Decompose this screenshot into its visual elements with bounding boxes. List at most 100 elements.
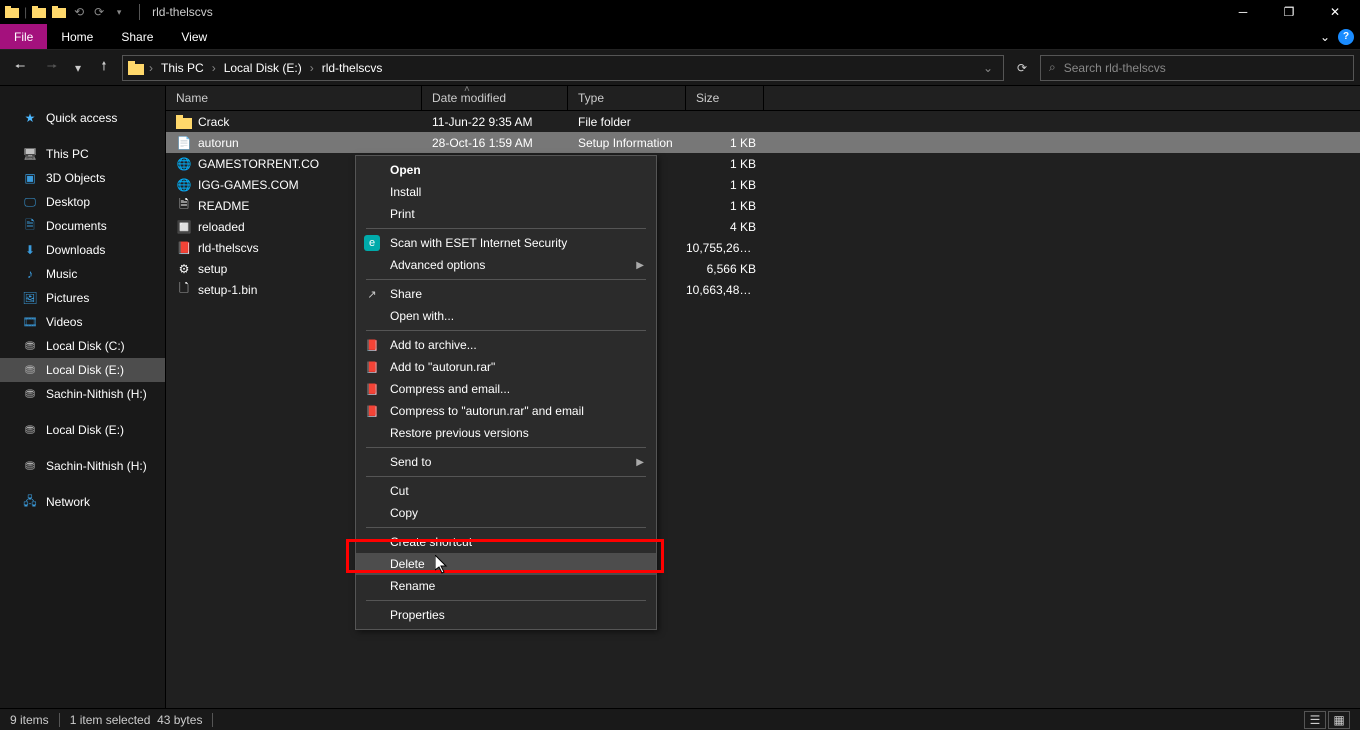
tab-file[interactable]: File (0, 24, 47, 49)
breadcrumb-disk[interactable]: Local Disk (E:) (220, 61, 306, 75)
tab-share[interactable]: Share (107, 24, 167, 49)
chevron-right-icon[interactable]: › (147, 61, 155, 75)
table-row[interactable]: 🌐IGG-GAMES.COM ut1 KB (166, 174, 1360, 195)
sidebar-local-disk-c[interactable]: ⛃Local Disk (C:) (0, 334, 165, 358)
ctx-open[interactable]: Open (356, 159, 656, 181)
sidebar-sachin-nithish-2[interactable]: ⛃Sachin-Nithish (H:) (0, 454, 165, 478)
sidebar-local-disk-e-2[interactable]: ⛃Local Disk (E:) (0, 418, 165, 442)
drive-icon: ⛃ (22, 458, 38, 474)
drive-icon: ⛃ (22, 338, 38, 354)
column-date[interactable]: Date modified (422, 86, 568, 110)
pictures-icon: 🖼 (22, 290, 38, 306)
search-icon: ⌕ (1049, 60, 1056, 75)
ctx-install[interactable]: Install (356, 181, 656, 203)
ctx-restore-versions[interactable]: Restore previous versions (356, 422, 656, 444)
table-row[interactable]: ⚙setup 6,566 KB (166, 258, 1360, 279)
search-placeholder: Search rld-thelscvs (1064, 61, 1166, 75)
ctx-compress-autorun-email[interactable]: 📕Compress to "autorun.rar" and email (356, 400, 656, 422)
folder-icon (176, 114, 192, 130)
drive-icon: ⛃ (22, 362, 38, 378)
breadcrumb-folder[interactable]: rld-thelscvs (318, 61, 387, 75)
forward-button[interactable]: 🠖 (38, 54, 66, 82)
status-selected: 1 item selected (70, 713, 151, 727)
ctx-print[interactable]: Print (356, 203, 656, 225)
undo-icon[interactable]: ⟲ (71, 4, 87, 20)
ctx-advanced-options[interactable]: Advanced options▶ (356, 254, 656, 276)
title-bar: | ⟲ ⟳ ▾ rld-thelscvs ─ ❐ ✕ (0, 0, 1360, 24)
address-bar[interactable]: › This PC › Local Disk (E:) › rld-thelsc… (122, 55, 1004, 81)
app-icon: 🔲 (176, 219, 192, 235)
column-size[interactable]: Size (686, 86, 764, 110)
document-icon: 🗎 (22, 218, 38, 234)
ctx-rename[interactable]: Rename (356, 575, 656, 597)
recent-chevron-icon[interactable]: ▾ (70, 54, 86, 82)
drive-icon: ⛃ (22, 386, 38, 402)
breadcrumb-thispc[interactable]: This PC (157, 61, 208, 75)
sidebar-sachin-nithish[interactable]: ⛃Sachin-Nithish (H:) (0, 382, 165, 406)
cube-icon: ▣ (22, 170, 38, 186)
network-icon: 🖧 (22, 494, 38, 510)
ctx-create-shortcut[interactable]: Create shortcut (356, 531, 656, 553)
ctx-cut[interactable]: Cut (356, 480, 656, 502)
back-button[interactable]: 🠔 (6, 54, 34, 82)
table-row[interactable]: 🗋setup-1.bin 10,663,487 ... (166, 279, 1360, 300)
ctx-share[interactable]: ↗Share (356, 283, 656, 305)
table-row[interactable]: 🔲reloaded atio...4 KB (166, 216, 1360, 237)
maximize-button[interactable]: ❐ (1266, 0, 1312, 24)
table-row[interactable]: 📕rld-thelscvs e10,755,264 ... (166, 237, 1360, 258)
ctx-open-with[interactable]: Open with... (356, 305, 656, 327)
ctx-copy[interactable]: Copy (356, 502, 656, 524)
sidebar-videos[interactable]: 🎞Videos (0, 310, 165, 334)
sidebar-network[interactable]: 🖧Network (0, 490, 165, 514)
rar-icon: 📕 (364, 381, 380, 397)
redo-icon[interactable]: ⟳ (91, 4, 107, 20)
quick-access-toolbar: | ⟲ ⟳ ▾ rld-thelscvs (2, 4, 213, 20)
address-dropdown-icon[interactable]: ⌄ (977, 61, 999, 75)
chevron-right-icon[interactable]: › (308, 61, 316, 75)
refresh-button[interactable]: ⟳ (1008, 54, 1036, 82)
bin-file-icon: 🗋 (176, 282, 192, 298)
sidebar-documents[interactable]: 🗎Documents (0, 214, 165, 238)
chevron-right-icon[interactable]: › (210, 61, 218, 75)
table-row[interactable]: 🌐GAMESTORRENT.CO ut1 KB (166, 153, 1360, 174)
table-row[interactable]: Crack 11-Jun-22 9:35 AMFile folder (166, 111, 1360, 132)
sidebar-this-pc[interactable]: 🖥This PC (0, 142, 165, 166)
ctx-compress-email[interactable]: 📕Compress and email... (356, 378, 656, 400)
column-headers: Name ˄ Date modified Type Size (166, 86, 1360, 111)
table-row[interactable]: 🗎README t1 KB (166, 195, 1360, 216)
tab-view[interactable]: View (167, 24, 221, 49)
status-item-count: 9 items (10, 713, 49, 727)
content-area: Name ˄ Date modified Type Size Crack 11-… (166, 86, 1360, 708)
folder-icon (31, 4, 47, 20)
sidebar-downloads[interactable]: ⬇Downloads (0, 238, 165, 262)
sidebar-quick-access[interactable]: ★Quick access (0, 106, 165, 130)
ctx-add-autorun-rar[interactable]: 📕Add to "autorun.rar" (356, 356, 656, 378)
search-box[interactable]: ⌕ Search rld-thelscvs (1040, 55, 1354, 81)
up-button[interactable]: 🠕 (90, 54, 118, 82)
sidebar-music[interactable]: ♪Music (0, 262, 165, 286)
tab-home[interactable]: Home (47, 24, 107, 49)
chevron-right-icon: ▶ (636, 457, 644, 468)
table-row[interactable]: 📄autorun 28-Oct-16 1:59 AMSetup Informat… (166, 132, 1360, 153)
collapse-ribbon-icon[interactable]: ⌄ (1320, 30, 1330, 44)
ctx-eset-scan[interactable]: eScan with ESET Internet Security (356, 232, 656, 254)
ctx-send-to[interactable]: Send to▶ (356, 451, 656, 473)
column-name[interactable]: Name (166, 86, 422, 110)
ctx-add-archive[interactable]: 📕Add to archive... (356, 334, 656, 356)
chevron-down-icon[interactable]: ▾ (111, 4, 127, 20)
context-menu: Open Install Print eScan with ESET Inter… (355, 155, 657, 630)
sidebar-desktop[interactable]: 🖵Desktop (0, 190, 165, 214)
close-button[interactable]: ✕ (1312, 0, 1358, 24)
minimize-button[interactable]: ─ (1220, 0, 1266, 24)
sidebar-3d-objects[interactable]: ▣3D Objects (0, 166, 165, 190)
sidebar-local-disk-e[interactable]: ⛃Local Disk (E:) (0, 358, 165, 382)
large-icons-view-button[interactable]: ▦ (1328, 711, 1350, 729)
details-view-button[interactable]: ☰ (1304, 711, 1326, 729)
column-type[interactable]: Type (568, 86, 686, 110)
sidebar-pictures[interactable]: 🖼Pictures (0, 286, 165, 310)
help-icon[interactable]: ? (1338, 29, 1354, 45)
folder-icon (127, 59, 145, 77)
ctx-delete[interactable]: Delete (356, 553, 656, 575)
ctx-properties[interactable]: Properties (356, 604, 656, 626)
drive-icon: ⛃ (22, 422, 38, 438)
